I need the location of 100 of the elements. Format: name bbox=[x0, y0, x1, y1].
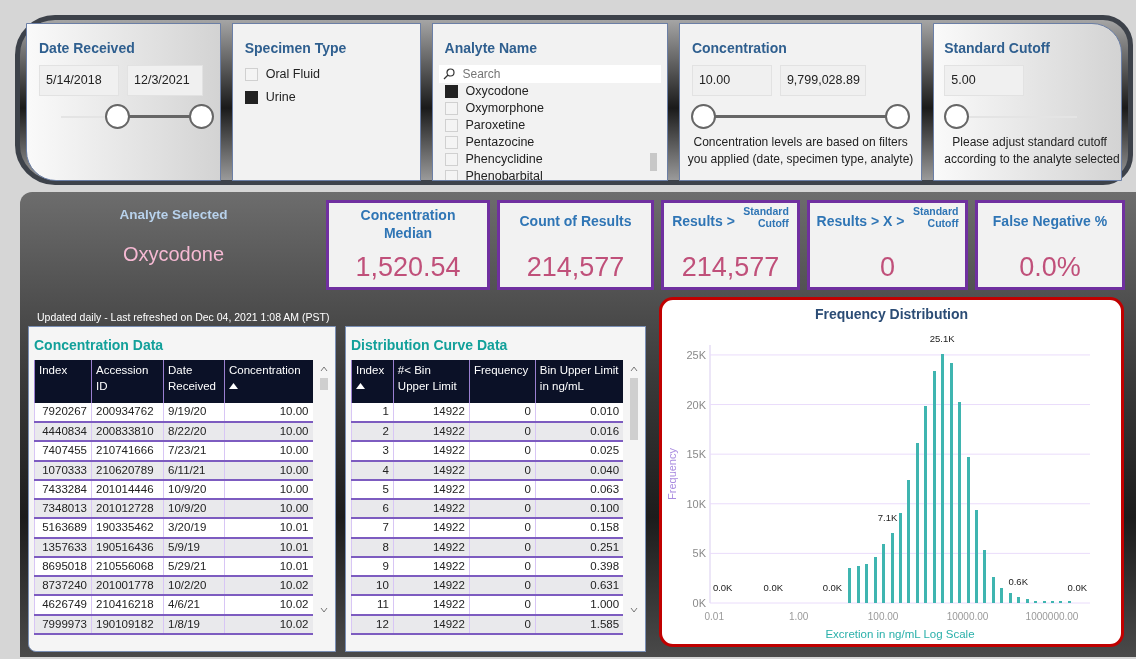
axis-tick-label: 100.00 bbox=[867, 611, 899, 622]
filter-option[interactable]: Urine bbox=[265, 87, 296, 107]
table-cell: 0.398 bbox=[535, 556, 624, 576]
column-header[interactable]: Index bbox=[351, 360, 394, 403]
kpi-value: 0.0% bbox=[1018, 254, 1082, 281]
scrollbar-thumb[interactable] bbox=[649, 153, 657, 171]
filter-option[interactable]: Oral Fluid bbox=[265, 65, 320, 84]
scrollbar-thumb[interactable] bbox=[630, 378, 639, 440]
scroll-up-icon[interactable] bbox=[630, 366, 639, 372]
kpi-value: 214,577 bbox=[525, 254, 626, 281]
table-cell: 10.01 bbox=[224, 556, 313, 576]
table-cell: 0 bbox=[469, 460, 536, 480]
table-cell: 210741666 bbox=[91, 441, 164, 461]
table-cell: 1.585 bbox=[535, 614, 624, 634]
table-cell: 210620789 bbox=[91, 460, 164, 480]
table-cell: 0.025 bbox=[535, 441, 624, 461]
table-cell: 10.01 bbox=[224, 518, 313, 538]
bar bbox=[891, 533, 894, 603]
table-cell: 10.00 bbox=[224, 460, 313, 480]
table-cell: 0.251 bbox=[535, 537, 624, 557]
table-cell: 11 bbox=[351, 595, 394, 615]
end-date-field[interactable]: 12/3/2021 bbox=[127, 65, 203, 96]
slider-handle[interactable] bbox=[943, 103, 969, 129]
bar bbox=[992, 577, 995, 603]
slider-handle[interactable] bbox=[188, 103, 214, 129]
table-cell: 3 bbox=[351, 441, 394, 461]
kpi-label: False Negative % bbox=[992, 212, 1108, 231]
axis-tick-label: 10K bbox=[686, 497, 706, 510]
column-header[interactable]: Frequency bbox=[469, 360, 536, 403]
column-header[interactable]: Date Received bbox=[163, 360, 225, 403]
scrollbar-thumb[interactable] bbox=[319, 378, 328, 390]
kpi-label: Results > X > bbox=[816, 212, 905, 231]
checkbox[interactable] bbox=[244, 90, 258, 104]
start-date-field[interactable]: 5/14/2018 bbox=[39, 65, 119, 96]
table-cell: 0 bbox=[469, 479, 536, 499]
sort-icon bbox=[356, 383, 365, 390]
data-label: 0.0K bbox=[712, 582, 733, 593]
column-header[interactable]: #< Bin Upper Limit bbox=[393, 360, 470, 403]
table-cell: 1 bbox=[351, 403, 394, 422]
bar bbox=[865, 564, 868, 603]
table-cell: 0 bbox=[469, 518, 536, 538]
scroll-up-icon[interactable] bbox=[319, 366, 328, 372]
filter-option[interactable]: Oxymorphone bbox=[465, 99, 545, 118]
table-cell: 10.01 bbox=[224, 537, 313, 557]
data-label: 7.1K bbox=[877, 511, 898, 523]
filter-option[interactable]: Pentazocine bbox=[465, 133, 535, 152]
kpi-value: 1,520.54 bbox=[354, 254, 462, 281]
search-icon bbox=[442, 68, 455, 80]
table-cell: 210416218 bbox=[91, 595, 164, 615]
bar bbox=[1000, 588, 1003, 603]
table-cell: 14922 bbox=[393, 403, 470, 422]
slider-handle[interactable] bbox=[884, 103, 910, 129]
table-cell: 190335462 bbox=[91, 518, 164, 538]
table-cell: 10.02 bbox=[224, 595, 313, 615]
bar bbox=[1026, 599, 1029, 603]
table-cell: 10.00 bbox=[224, 403, 313, 422]
table-cell: 190516436 bbox=[91, 537, 164, 557]
filter-option[interactable]: Paroxetine bbox=[465, 116, 526, 135]
table-cell: 0 bbox=[469, 441, 536, 461]
table-cell: 0 bbox=[469, 556, 536, 576]
bar bbox=[983, 550, 986, 603]
axis-tick-label: 0.01 bbox=[704, 611, 724, 622]
bar bbox=[857, 566, 860, 603]
axis-tick-label: 15K bbox=[686, 448, 706, 461]
filter-title: Standard Cutoff bbox=[944, 39, 1051, 58]
filter-option[interactable]: Phencyclidine bbox=[465, 150, 543, 169]
table-cell: 12 bbox=[351, 614, 394, 634]
scroll-down-icon[interactable] bbox=[630, 606, 639, 613]
table-cell: 0.010 bbox=[535, 403, 624, 422]
kpi-label: Results > bbox=[672, 212, 735, 231]
table-cell: 0 bbox=[469, 614, 536, 634]
axis-tick-label: 10000.00 bbox=[946, 611, 989, 622]
table-cell: 0 bbox=[469, 403, 536, 422]
cutoff-field[interactable]: 5.00 bbox=[944, 65, 1025, 96]
slider-handle[interactable] bbox=[691, 103, 717, 129]
axis-title: Excretion in ng/mL Log Scale bbox=[825, 628, 975, 640]
slider-handle[interactable] bbox=[104, 103, 130, 129]
scroll-down-icon[interactable] bbox=[319, 606, 328, 613]
column-header[interactable]: Accession ID bbox=[91, 360, 164, 403]
filter-option[interactable]: Phenobarbital bbox=[465, 167, 543, 180]
filter-option[interactable]: Oxycodone bbox=[465, 82, 529, 101]
table-cell: 14922 bbox=[393, 441, 470, 461]
filter-title: Date Received bbox=[39, 39, 135, 58]
axis-tick-label: 1000000.00 bbox=[1025, 611, 1079, 622]
checkbox[interactable] bbox=[444, 85, 458, 98]
data-label: 25.1K bbox=[929, 332, 955, 344]
column-header[interactable]: Bin Upper Limit in ng/mL bbox=[535, 360, 624, 403]
max-value-field[interactable]: 9,799,028.89 bbox=[779, 65, 866, 96]
min-value-field[interactable]: 10.00 bbox=[691, 65, 772, 96]
bar bbox=[1009, 593, 1012, 603]
table-cell: 4 bbox=[351, 460, 394, 480]
column-header[interactable]: Concentration bbox=[224, 360, 313, 403]
table-cell: 14922 bbox=[393, 518, 470, 538]
bar bbox=[874, 557, 877, 603]
table-cell: 10.02 bbox=[224, 614, 313, 634]
table-cell: 0 bbox=[469, 595, 536, 615]
column-header[interactable]: Index bbox=[34, 360, 92, 403]
table-title: Distribution Curve Data bbox=[351, 336, 508, 355]
data-label: 0.0K bbox=[1067, 582, 1088, 593]
table-cell: 2 bbox=[351, 422, 394, 442]
